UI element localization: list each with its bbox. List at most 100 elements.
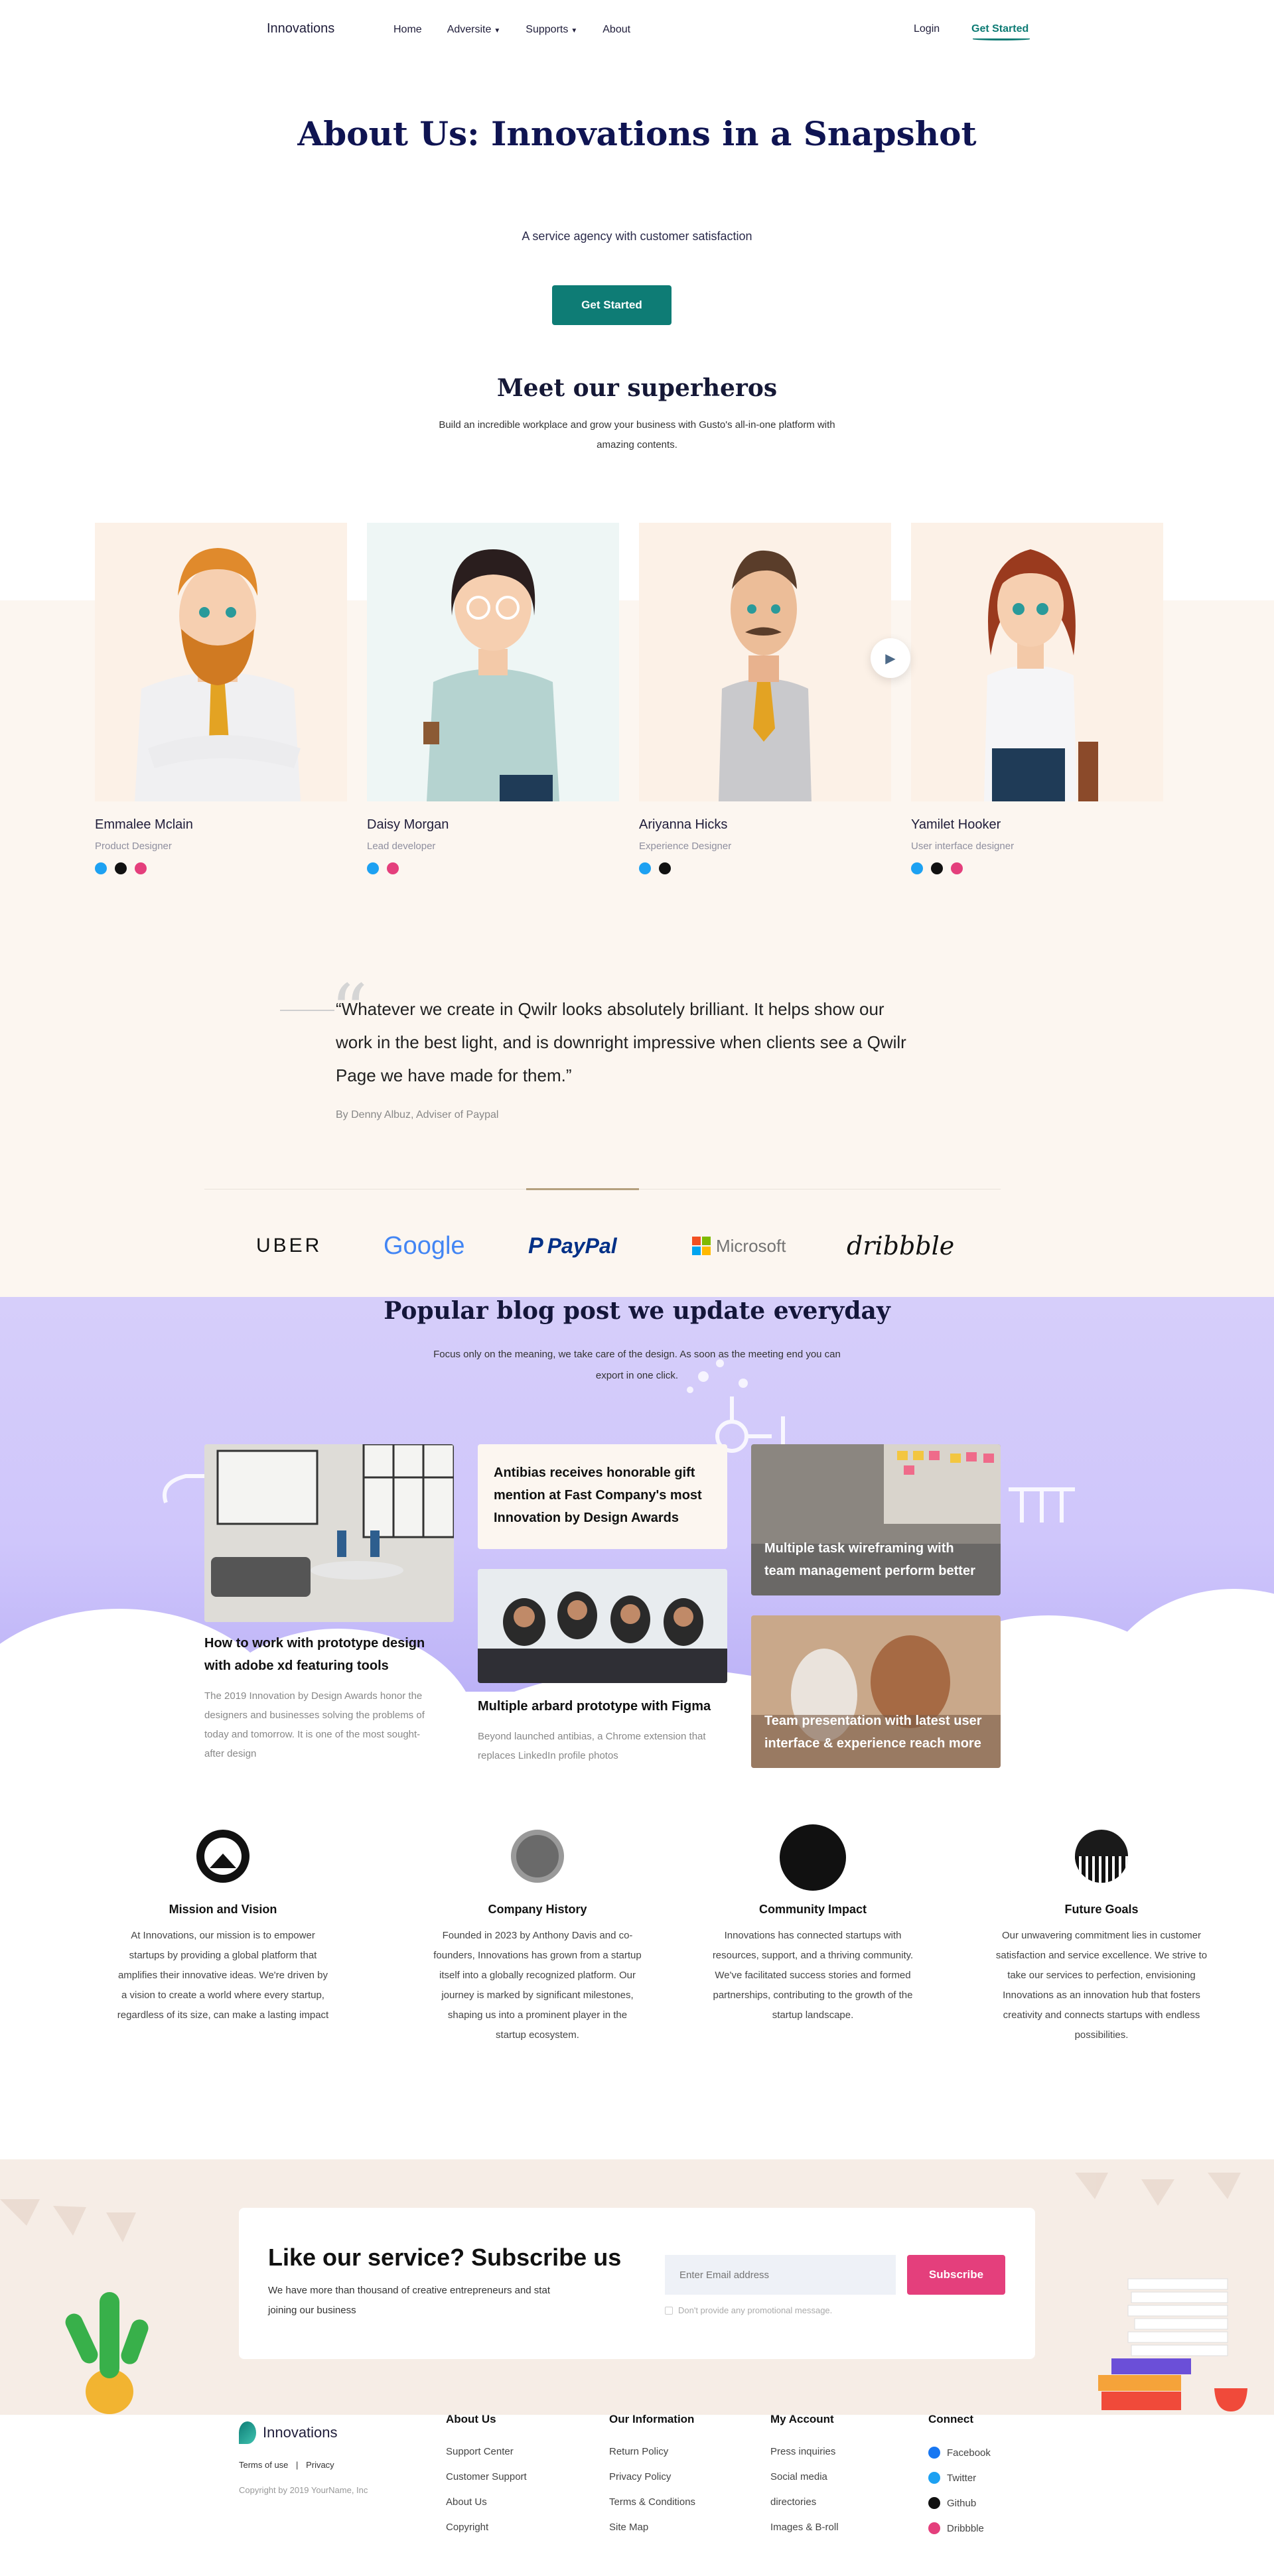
github-link[interactable]: Github [928,2496,991,2510]
dribbble-icon[interactable] [387,862,399,874]
microsoft-wordmark: Microsoft [716,1235,786,1256]
feature-description: At Innovations, our mission is to empowe… [117,1930,329,2021]
caret-down-icon: ▼ [494,27,501,34]
blog-post-title[interactable]: How to work with prototype design with a… [204,1632,430,1677]
footer-link[interactable]: Customer Support [446,2471,527,2484]
paypal-wordmark: PayPal [547,1233,617,1258]
footer-link[interactable]: Site Map [609,2522,695,2535]
dribbble-icon[interactable] [951,862,963,874]
facebook-link[interactable]: Facebook [928,2446,991,2459]
carousel-next-button[interactable]: ▶ [871,638,910,678]
feature-title: Mission and Vision [169,1903,277,1916]
paypal-logo: P PayPal [528,1226,617,1266]
footer-link[interactable]: Support Center [446,2446,527,2459]
twitter-icon[interactable] [367,862,379,874]
footer-link[interactable]: Copyright [446,2522,527,2535]
blog-post-excerpt: Beyond launched antibias, a Chrome exten… [478,1731,706,1761]
twitter-icon[interactable] [95,862,107,874]
twitter-icon[interactable] [911,862,923,874]
get-started-button[interactable]: Get Started [552,285,672,325]
promo-opt-out-checkbox[interactable]: Don't provide any promotional message. [665,2305,832,2315]
blog-post-image[interactable] [204,1444,454,1622]
facebook-icon [928,2447,940,2459]
footer-link[interactable]: About Us [446,2496,527,2510]
twitter-link[interactable]: Twitter [928,2471,991,2484]
feature-title: Company History [488,1903,587,1916]
email-input[interactable] [665,2255,896,2295]
avatar [95,523,347,801]
twitter-icon [928,2472,940,2484]
testimonial-author: By Denny Albuz, Adviser of Paypal [336,1109,499,1120]
dribbble-icon[interactable] [135,862,147,874]
blog-section-subtitle: Focus only on the meaning, we take care … [433,1349,841,1381]
footer-link[interactable]: Press inquiries [770,2446,839,2459]
microsoft-logo: Microsoft [692,1226,786,1266]
social-links [95,862,347,874]
footer-link[interactable]: Terms & Conditions [609,2496,695,2510]
footer-link[interactable]: Social media [770,2471,839,2484]
subscribe-button[interactable]: Subscribe [907,2255,1005,2295]
feature-description: Founded in 2023 by Anthony Davis and co-… [433,1930,642,2041]
footer-link[interactable]: directories [770,2496,839,2510]
blog-post-title: Multiple task wireframing with team mana… [764,1541,975,1578]
footer-legal-links: Terms of use | Privacy [239,2460,334,2470]
rays-icon [1075,1830,1128,1883]
twitter-label: Twitter [947,2472,977,2484]
feature-title: Future Goals [1064,1903,1139,1916]
page-title: About Us: Innovations in a Snapshot [297,114,977,153]
blog-post[interactable]: Antibias receives honorable gift mention… [478,1444,727,1549]
feature-title: Community Impact [758,1903,867,1916]
blog-post-title: Team presentation with latest user inter… [764,1714,982,1751]
uber-logo: UBER [256,1235,322,1256]
menu-item-home[interactable]: Home [393,24,422,36]
footer-column-about: About Us Support Center Customer Support… [446,2413,527,2547]
microsoft-squares-icon [692,1237,711,1255]
footer-column-information: Our Information Return Policy Privacy Po… [609,2413,695,2547]
blog-post-image[interactable] [478,1569,727,1683]
github-label: Github [947,2497,977,2509]
nav-get-started-link[interactable]: Get Started [971,23,1028,35]
facebook-label: Facebook [947,2447,991,2459]
top-navigation: Innovations Home Adversite ▼ Supports ▼ Ab… [0,0,1274,60]
member-name: Emmalee Mclain [95,817,193,832]
footer-logo[interactable]: Innovations [239,2421,338,2444]
blog-post[interactable]: Multiple task wireframing with team mana… [751,1444,1001,1595]
menu-item-adversite[interactable]: Adversite ▼ [447,24,501,36]
compass-clock-icon [511,1830,564,1883]
site-logo[interactable]: Innovations [267,21,334,36]
footer-column-connect: Connect Facebook Twitter Github Dribbble [928,2413,991,2547]
privacy-link[interactable]: Privacy [306,2460,334,2470]
checkbox[interactable] [665,2306,673,2315]
blog-post: How to work with prototype design with a… [204,1632,430,1763]
github-icon[interactable] [659,862,671,874]
team-card: Yamilet Hooker User interface designer [911,523,1163,874]
feature-community: Community Impact Innovations has connect… [707,1824,919,2025]
footer-logo-text: Innovations [263,2424,338,2441]
footer-column-account: My Account Press inquiries Social media … [770,2413,839,2547]
blog-post-title: Antibias receives honorable gift mention… [494,1465,702,1525]
social-links [911,862,1163,874]
social-links [367,862,619,874]
main-menu: Home Adversite ▼ Supports ▼ About [393,24,656,36]
blog-post[interactable]: Team presentation with latest user inter… [751,1615,1001,1768]
google-logo: Google [384,1231,465,1260]
github-icon[interactable] [115,862,127,874]
avatar [639,523,891,801]
twitter-icon[interactable] [639,862,651,874]
menu-item-supports[interactable]: Supports ▼ [526,24,577,36]
footer-link[interactable]: Return Policy [609,2446,695,2459]
github-icon[interactable] [931,862,943,874]
dribbble-label: Dribbble [947,2522,984,2534]
footer-link[interactable]: Privacy Policy [609,2471,695,2484]
blog-post-title[interactable]: Multiple arbard prototype with Figma [478,1695,727,1718]
dribbble-link[interactable]: Dribbble [928,2522,991,2535]
login-link[interactable]: Login [914,23,940,35]
menu-item-about[interactable]: About [602,24,630,36]
member-role: Product Designer [95,841,172,852]
team-card: Daisy Morgan Lead developer [367,523,619,874]
footer-column-title: My Account [770,2413,834,2425]
paypal-icon: P [528,1233,543,1258]
avatar [367,523,619,801]
footer-link[interactable]: Images & B-roll [770,2522,839,2535]
terms-link[interactable]: Terms of use [239,2460,288,2470]
